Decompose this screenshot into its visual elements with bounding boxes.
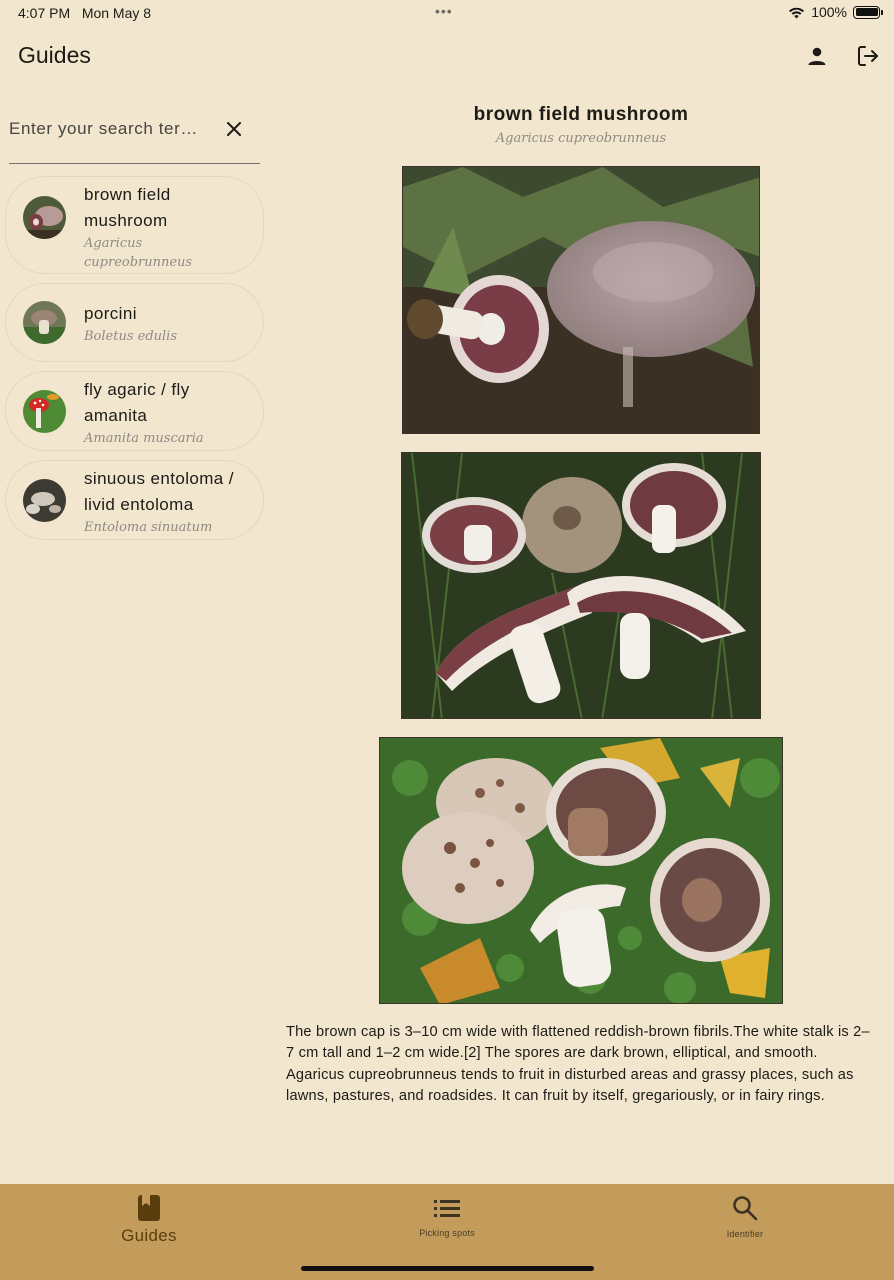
wifi-icon	[789, 7, 805, 18]
guide-name: porcini	[84, 304, 137, 323]
guide-name: brown field mushroom	[84, 185, 171, 230]
multitasking-dots-icon[interactable]: •••	[435, 3, 453, 19]
status-bar: 4:07 PM Mon May 8 ••• 100%	[0, 0, 894, 26]
guide-text: brown field mushroom Agaricus cupreobrun…	[84, 182, 254, 272]
search-icon	[733, 1196, 758, 1221]
guide-scientific-name: Agaricus cupreobrunneus	[84, 236, 193, 270]
guide-scientific-name: Entoloma sinuatum	[84, 520, 213, 535]
mushroom-photo-3	[379, 737, 783, 1004]
home-indicator[interactable]	[301, 1266, 594, 1271]
guide-scientific-name: Boletus edulis	[84, 329, 178, 344]
mushroom-photo-2	[401, 452, 761, 719]
nav-label: Identifier	[726, 1229, 764, 1239]
guide-thumbnail	[23, 390, 66, 433]
mushroom-photo-1	[402, 166, 760, 434]
page-title: Guides	[18, 42, 91, 68]
list-icon	[434, 1200, 460, 1217]
guide-text: porcini Boletus edulis	[84, 301, 254, 346]
guide-thumbnail	[23, 479, 66, 522]
close-icon	[227, 122, 241, 136]
guide-item-fly-agaric[interactable]: fly agaric / fly amanita Amanita muscari…	[5, 371, 264, 451]
status-indicators: 100%	[788, 4, 883, 20]
guide-detail-scientific-name: Agaricus cupreobrunneus	[495, 131, 667, 146]
guide-text: sinuous entoloma / livid entoloma Entolo…	[84, 466, 254, 537]
logout-icon	[858, 46, 878, 66]
logout-button[interactable]	[854, 42, 882, 70]
book-icon	[138, 1195, 160, 1221]
nav-label: Guides	[121, 1226, 177, 1245]
guide-description: The brown cap is 3–10 cm wide with flatt…	[286, 1024, 870, 1104]
guide-thumbnail	[23, 196, 66, 239]
status-time: 4:07 PM Mon May 8	[18, 5, 152, 21]
person-icon	[808, 47, 826, 65]
guide-name: sinuous entoloma / livid entoloma	[84, 469, 234, 514]
nav-tab-guides[interactable]: Guides	[98, 1194, 200, 1274]
battery-icon	[853, 5, 883, 19]
guide-text: fly agaric / fly amanita Amanita muscari…	[84, 377, 254, 448]
guide-item-porcini[interactable]: porcini Boletus edulis	[5, 283, 264, 362]
profile-button[interactable]	[803, 42, 831, 70]
nav-tab-identifier[interactable]: Identifier	[695, 1195, 795, 1275]
guide-thumbnail	[23, 301, 66, 344]
battery-percent: 100%	[811, 4, 847, 20]
nav-label: Picking spots	[419, 1228, 475, 1238]
clear-search-button[interactable]	[221, 116, 247, 142]
guide-name: fly agaric / fly amanita	[84, 380, 190, 425]
guide-item-sinuous-entoloma[interactable]: sinuous entoloma / livid entoloma Entolo…	[5, 460, 264, 540]
search-bar	[9, 104, 260, 164]
guide-item-brown-field-mushroom[interactable]: brown field mushroom Agaricus cupreobrun…	[5, 176, 264, 274]
guide-detail-title: brown field mushroom	[473, 104, 689, 125]
search-input[interactable]	[9, 114, 209, 144]
guide-scientific-name: Amanita muscaria	[84, 431, 204, 446]
